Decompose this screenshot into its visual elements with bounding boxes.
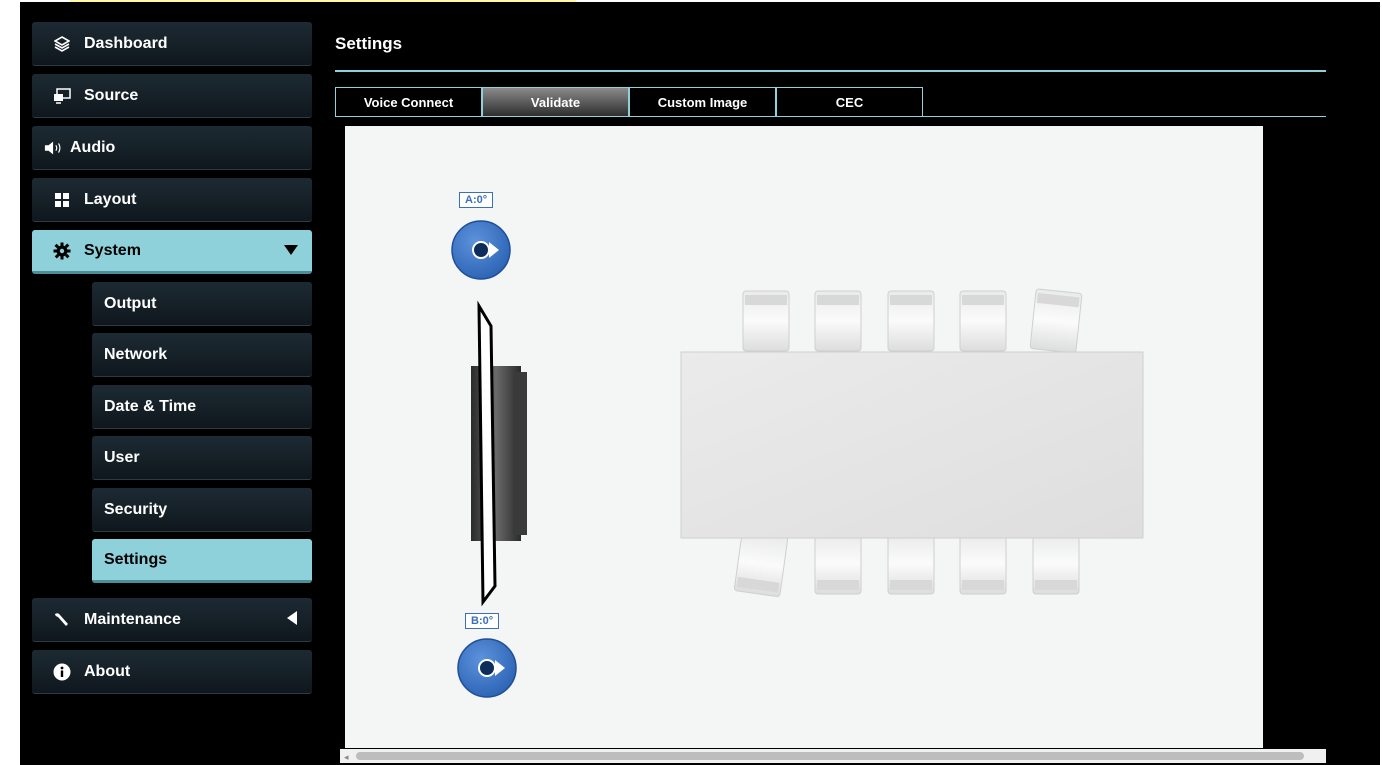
tab-cec[interactable]: CEC [776,87,923,117]
tab-label: CEC [835,95,864,110]
sidebar-subitem-date-time[interactable]: Date & Time [92,385,312,429]
tab-label: Custom Image [657,95,748,110]
sidebar-item-label: System [84,241,141,259]
panel-edge [1326,116,1328,763]
chevron-left-icon [286,611,298,630]
sidebar-subitem-settings[interactable]: Settings [92,539,312,583]
sidebar-item-layout[interactable]: Layout [32,178,312,222]
sidebar-item-label: Source [84,86,139,104]
room-diagram [451,220,1144,698]
chair [814,533,862,595]
conference-table [680,351,1144,539]
sidebar-subitem-label: User [104,448,140,466]
sidebar-subitem-user[interactable]: User [92,436,312,480]
chairs-bottom [733,530,1080,598]
page-title: Settings [335,34,403,53]
sidebar-item-dashboard[interactable]: Dashboard [32,22,312,66]
chair [959,533,1007,595]
sidebar-item-label: Layout [84,190,137,208]
sidebar-item-label: Maintenance [84,610,181,628]
chevron-down-icon [284,243,298,261]
chair [887,290,935,352]
chair [887,533,935,595]
sidebar-subitem-label: Date & Time [104,397,197,415]
tab-label: Validate [530,95,581,110]
chair [814,290,862,352]
sidebar-item-label: About [84,662,131,680]
sidebar-item-label: Audio [70,138,116,156]
mic-b-label: B:0° [465,613,500,629]
tab-label: Voice Connect [363,95,454,110]
wrench-icon [52,611,72,629]
grid-icon [52,192,72,208]
sidebar-item-source[interactable]: Source [32,74,312,118]
sidebar-subitem-label: Security [104,500,168,518]
sidebar-item-maintenance[interactable]: Maintenance [32,598,312,642]
chair [1032,533,1080,595]
sidebar-subitem-network[interactable]: Network [92,333,312,377]
display-tv [471,300,527,607]
tab-divider [335,116,1326,117]
title-divider [335,70,1326,72]
gear-icon [52,242,72,260]
sidebar-subitem-label: Settings [104,550,168,568]
sidebar-item-label: Dashboard [84,34,168,52]
info-icon [52,663,72,681]
sidebar-subitem-label: Network [104,345,168,363]
chair [733,530,789,598]
room-canvas [345,126,1263,748]
app-window: Dashboard Source Audio Layout System Out… [0,0,1382,765]
tab-voice-connect[interactable]: Voice Connect [335,87,482,117]
chair [742,290,790,352]
sidebar-item-audio[interactable]: Audio [32,126,312,170]
chair [1029,288,1083,354]
sidebar-item-about[interactable]: About [32,650,312,694]
scrollbar-thumb[interactable] [356,752,1304,760]
scroll-left-arrow-icon[interactable]: ◂ [344,752,349,763]
tab-custom-image[interactable]: Custom Image [629,87,776,117]
speaker-icon [44,140,64,156]
mic-b-icon[interactable] [457,638,517,698]
source-icon [52,87,72,104]
mic-a-label: A:0° [459,192,494,208]
sidebar-subitem-label: Output [104,294,157,312]
sidebar-subitem-output[interactable]: Output [92,282,312,326]
chair [959,290,1007,352]
sidebar-item-system[interactable]: System [32,230,312,274]
layers-icon [52,35,72,52]
chairs-top [742,288,1083,354]
sidebar-subitem-security[interactable]: Security [92,488,312,532]
tab-validate[interactable]: Validate [482,87,629,117]
mic-a-icon[interactable] [451,220,511,280]
